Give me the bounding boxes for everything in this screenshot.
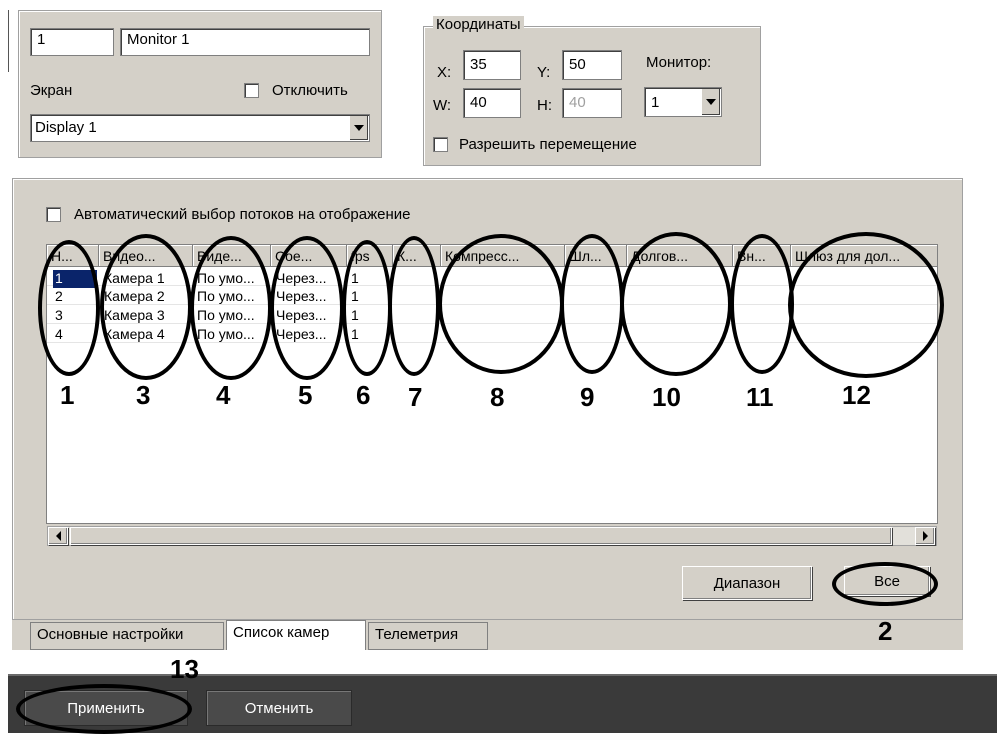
chevron-down-icon[interactable]: [701, 89, 720, 115]
coordinates-legend: Координаты: [433, 16, 524, 33]
screen-label: Экран: [30, 82, 73, 99]
callout-number: 6: [356, 380, 371, 410]
w-field[interactable]: 40: [463, 88, 521, 118]
callout-oval-4: [190, 236, 272, 380]
callout-oval-11: [730, 234, 794, 374]
auto-select-checkbox[interactable]: [46, 207, 61, 222]
callout-number: 4: [216, 380, 231, 410]
scroll-left-button[interactable]: [48, 527, 68, 545]
callout-number: 3: [136, 380, 151, 410]
x-label: X:: [437, 64, 452, 81]
callout-oval-13: [16, 684, 192, 734]
cancel-button[interactable]: Отменить: [206, 690, 352, 726]
callout-number: 12: [842, 380, 871, 410]
monitor-select[interactable]: 1: [644, 87, 722, 117]
tab-telemetry[interactable]: Телеметрия: [368, 622, 488, 650]
monitor-id-field[interactable]: 1: [30, 28, 114, 56]
tab-main-settings[interactable]: Основные настройки: [30, 622, 224, 650]
monitor-select-value: 1: [651, 94, 660, 111]
callout-oval-7: [388, 236, 440, 376]
disable-label: Отключить: [272, 82, 348, 99]
callout-number: 10: [652, 382, 681, 412]
arrow-left-icon: [55, 531, 61, 541]
w-label: W:: [433, 97, 452, 114]
h-field: 40: [562, 88, 622, 118]
x-field[interactable]: 35: [463, 50, 521, 80]
callout-oval-3: [100, 234, 192, 380]
auto-select-label: Автоматический выбор потоков на отображе…: [74, 206, 411, 223]
callout-number: 1: [60, 380, 75, 410]
chevron-down-icon[interactable]: [349, 116, 368, 140]
y-label: Y:: [537, 64, 551, 81]
y-field[interactable]: 50: [562, 50, 622, 80]
display-select[interactable]: Display 1: [30, 114, 370, 142]
display-select-value: Display 1: [35, 119, 97, 136]
arrow-right-icon: [922, 531, 928, 541]
allow-move-checkbox[interactable]: [433, 137, 448, 152]
callout-number: 8: [490, 382, 505, 412]
callout-number: 13: [170, 654, 199, 684]
callout-oval-1: [38, 240, 100, 376]
callout-number: 9: [580, 382, 595, 412]
callout-number: 2: [878, 616, 893, 646]
callout-oval-9: [560, 234, 624, 374]
callout-oval-2: [832, 562, 938, 606]
scroll-right-button[interactable]: [915, 527, 935, 545]
callout-oval-10: [620, 232, 732, 376]
monitor-name-field[interactable]: Monitor 1: [120, 28, 370, 56]
callout-number: 7: [408, 382, 423, 412]
range-button[interactable]: Диапазон: [682, 566, 812, 600]
callout-number: 5: [298, 380, 313, 410]
scroll-thumb[interactable]: [70, 527, 892, 545]
disable-checkbox[interactable]: [244, 83, 259, 98]
left-divider: [8, 10, 9, 72]
tab-camera-list[interactable]: Список камер: [226, 620, 366, 650]
allow-move-label: Разрешить перемещение: [459, 136, 637, 153]
callout-oval-6: [342, 240, 392, 376]
callout-oval-12: [788, 232, 944, 378]
callout-oval-8: [438, 234, 564, 374]
h-label: H:: [537, 97, 552, 114]
callout-oval-5: [270, 236, 344, 380]
monitor-label: Монитор:: [646, 54, 712, 71]
callout-number: 11: [746, 382, 774, 412]
